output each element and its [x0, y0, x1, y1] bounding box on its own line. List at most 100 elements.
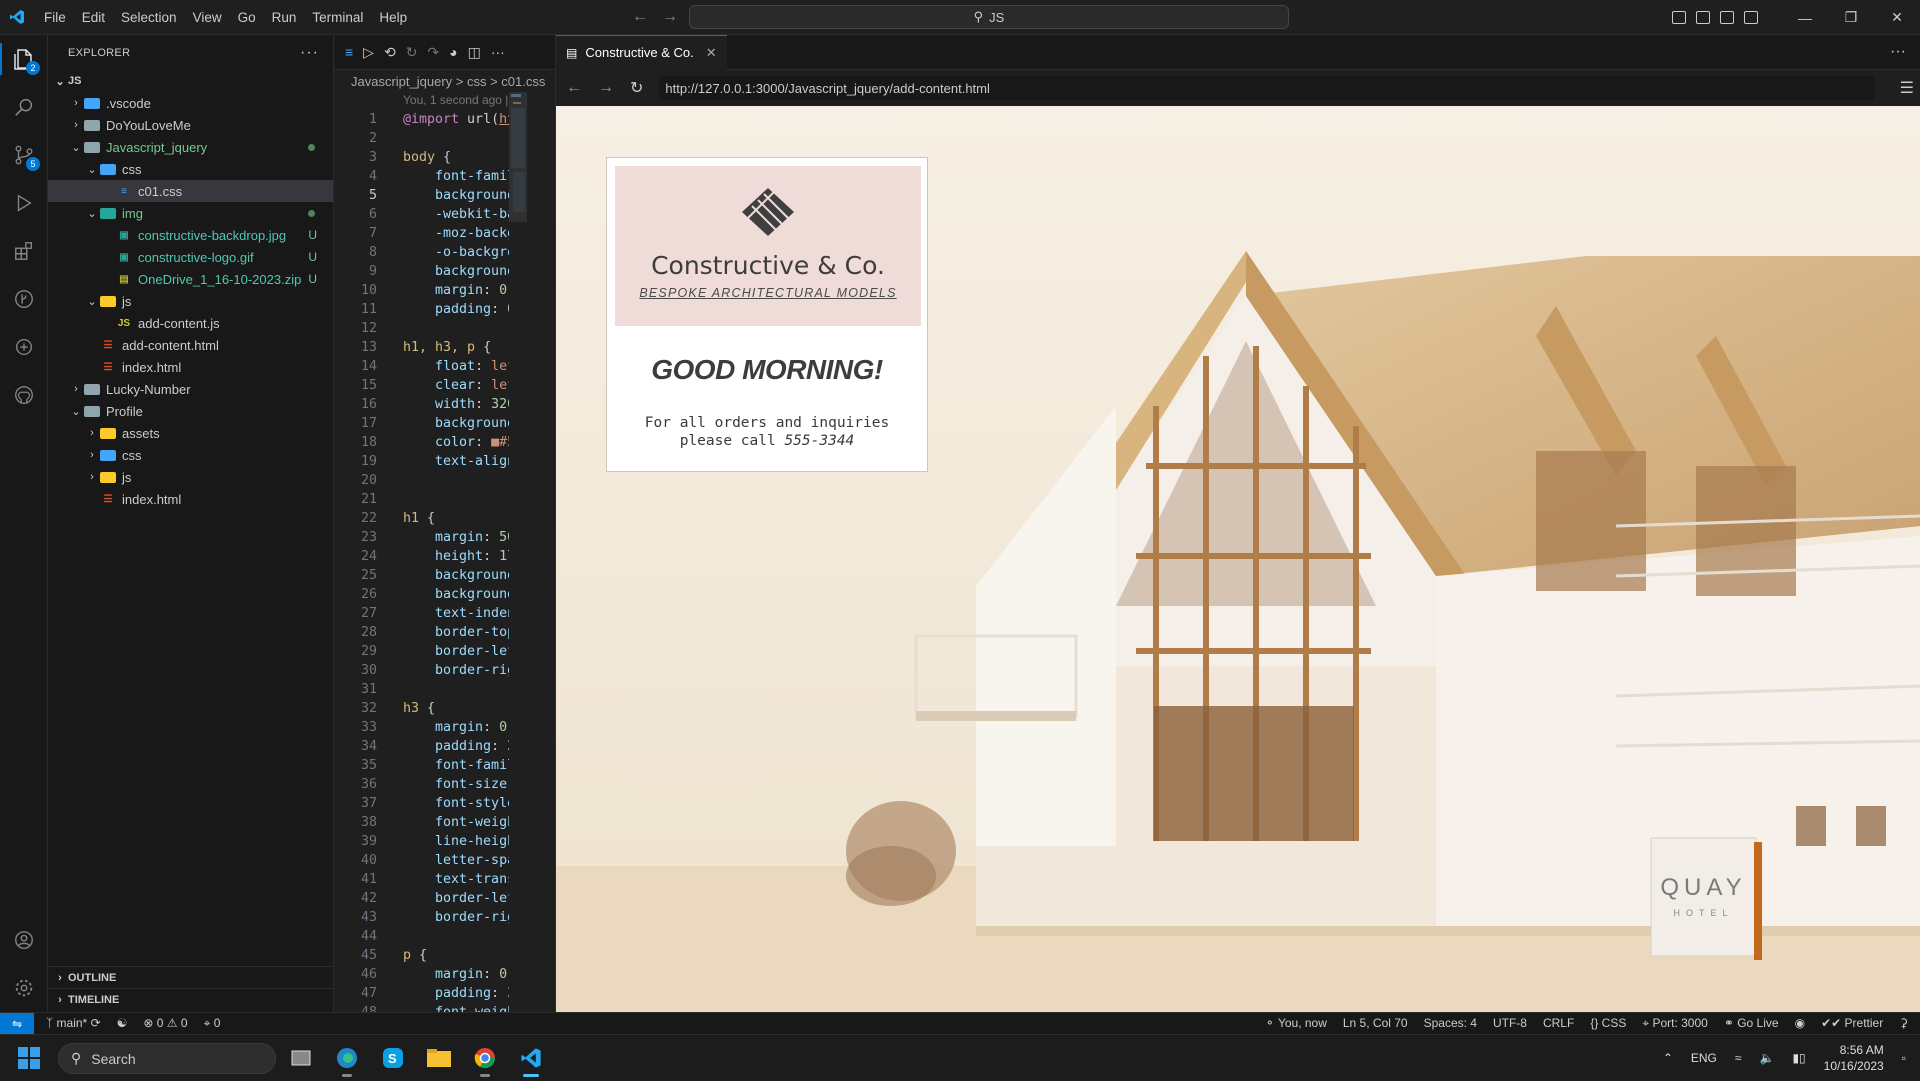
tree-file[interactable]: ☰ index.html [48, 488, 333, 510]
command-center[interactable]: ⚲ JS [689, 5, 1289, 29]
back-arrow-icon[interactable]: ← [632, 8, 648, 26]
minimap[interactable] [509, 92, 555, 1012]
menu-edit[interactable]: Edit [74, 0, 113, 35]
tree-file[interactable]: ▣ constructive-logo.gif U [48, 246, 333, 268]
live-share-icon[interactable]: ☯ [117, 1016, 128, 1031]
chevron-up-icon[interactable]: ⌃ [1663, 1051, 1673, 1065]
tree-folder[interactable]: › Lucky-Number [48, 378, 333, 400]
prettier-status[interactable]: ✔✔ Prettier [1821, 1016, 1883, 1031]
menu-run[interactable]: Run [264, 0, 305, 35]
more-actions-icon[interactable]: ··· [300, 44, 319, 62]
split-editor-icon[interactable]: ◫ [468, 44, 481, 61]
timeline-icon[interactable]: ◕ [449, 44, 457, 60]
next-change-icon[interactable]: ↷ [427, 44, 439, 61]
tree-folder[interactable]: › DoYouLoveMe [48, 114, 333, 136]
tree-file[interactable]: ☰ add-content.html [48, 334, 333, 356]
menu-icon[interactable]: ☰ [1900, 78, 1914, 98]
forward-arrow-icon[interactable]: → [598, 79, 614, 97]
tree-file[interactable]: ▣ constructive-backdrop.jpg U [48, 224, 333, 246]
history-icon[interactable]: ⟲ [384, 44, 396, 61]
language-indicator[interactable]: ENG [1691, 1051, 1717, 1065]
run-debug-activity[interactable] [0, 179, 48, 227]
menu-help[interactable]: Help [371, 0, 415, 35]
close-icon[interactable]: ✕ [706, 45, 717, 61]
browser-tab[interactable]: ▤ Constructive & Co. ✕ [556, 34, 727, 70]
tree-folder[interactable]: ⌄ Javascript_jquery [48, 136, 333, 158]
menu-file[interactable]: File [36, 0, 74, 35]
timeline-section[interactable]: › TIMELINE [48, 988, 334, 1010]
tree-folder[interactable]: › js [48, 466, 333, 488]
url-input[interactable]: http://127.0.0.1:3000/Javascript_jquery/… [659, 76, 1874, 100]
remote-indicator-icon[interactable]: ⇋ [0, 1012, 34, 1035]
line-ending[interactable]: CRLF [1543, 1016, 1574, 1031]
customize-layout-icon[interactable] [1744, 11, 1758, 24]
port-status[interactable]: ⌖ Port: 3000 [1642, 1016, 1707, 1031]
tree-folder[interactable]: ⌄ img [48, 202, 333, 224]
tree-file[interactable]: ▤ OneDrive_1_16-10-2023.zip U [48, 268, 333, 290]
more-actions-icon[interactable]: ··· [1890, 43, 1906, 61]
taskbar-search[interactable]: ⚲ Search [58, 1043, 276, 1074]
menu-selection[interactable]: Selection [113, 0, 185, 35]
ports-indicator[interactable]: ⌖ 0 [204, 1016, 221, 1031]
more-actions-icon[interactable]: ··· [491, 44, 505, 60]
go-live-button[interactable]: ⚭ Go Live [1724, 1016, 1779, 1031]
vscode-taskbar-icon[interactable] [514, 1041, 548, 1077]
css-file-tab-icon[interactable]: ≡ [345, 44, 353, 60]
restore-button[interactable]: ❐ [1828, 9, 1874, 26]
explorer-activity[interactable]: 2 [0, 35, 48, 83]
tree-folder[interactable]: › assets [48, 422, 333, 444]
edge-icon[interactable] [330, 1041, 364, 1077]
compare-icon[interactable]: ↻ [406, 44, 418, 61]
branch-indicator[interactable]: ᛉ main* ⟳ [46, 1016, 101, 1031]
menu-terminal[interactable]: Terminal [304, 0, 371, 35]
breadcrumb[interactable]: Javascript_jquery > css > c01.css [335, 70, 555, 92]
tree-file[interactable]: ≡ c01.css [48, 180, 333, 202]
encoding[interactable]: UTF-8 [1493, 1016, 1527, 1031]
manage-activity[interactable] [0, 964, 48, 1012]
tree-folder[interactable]: › css [48, 444, 333, 466]
tree-folder[interactable]: ⌄ js [48, 290, 333, 312]
tree-folder[interactable]: ⌄ css [48, 158, 333, 180]
file-explorer-icon[interactable] [422, 1041, 456, 1075]
menu-go[interactable]: Go [230, 0, 264, 35]
volume-icon[interactable]: 🔈 [1760, 1051, 1775, 1065]
minimize-button[interactable]: — [1782, 10, 1828, 26]
extensions-activity[interactable] [0, 227, 48, 275]
notifications-bell-icon[interactable]: ⚳ [1899, 1016, 1908, 1031]
toggle-panel-icon[interactable] [1696, 11, 1710, 24]
clock[interactable]: 8:56 AM 10/16/2023 [1824, 1042, 1884, 1074]
wifi-icon[interactable]: ≈ [1735, 1051, 1742, 1065]
github-activity[interactable] [0, 371, 48, 419]
tree-folder[interactable]: › .vscode [48, 92, 333, 114]
workspace-root[interactable]: ⌄ JS [48, 70, 333, 92]
battery-icon[interactable]: ▮▯ [1792, 1051, 1805, 1065]
language-mode[interactable]: {} CSS [1590, 1016, 1626, 1031]
forward-arrow-icon[interactable]: → [662, 8, 678, 26]
chrome-icon[interactable] [468, 1041, 502, 1077]
close-window-button[interactable]: ✕ [1874, 9, 1920, 26]
remote-explorer-activity[interactable] [0, 323, 48, 371]
back-arrow-icon[interactable]: ← [566, 79, 582, 97]
search-activity[interactable] [0, 83, 48, 131]
problems-indicator[interactable]: ⊗ 0 ⚠ 0 [143, 1016, 187, 1031]
windows-start-icon[interactable] [18, 1047, 40, 1069]
tree-file[interactable]: ☰ index.html [48, 356, 333, 378]
gitlens-activity[interactable] [0, 275, 48, 323]
toggle-secondary-sidebar-icon[interactable] [1720, 11, 1734, 24]
toggle-sidebar-icon[interactable] [1672, 11, 1686, 24]
task-view-icon[interactable] [284, 1041, 318, 1075]
accounts-activity[interactable] [0, 916, 48, 964]
reload-icon[interactable]: ↻ [630, 78, 643, 98]
cursor-position[interactable]: Ln 5, Col 70 [1343, 1016, 1408, 1031]
indentation[interactable]: Spaces: 4 [1424, 1016, 1477, 1031]
run-icon[interactable]: ▷ [363, 44, 374, 61]
tree-folder[interactable]: ⌄ Profile [48, 400, 333, 422]
blame-status[interactable]: ⚬ You, now [1265, 1016, 1327, 1031]
menu-view[interactable]: View [185, 0, 230, 35]
outline-section[interactable]: › OUTLINE [48, 966, 334, 988]
copilot-icon[interactable]: ◉ [1795, 1016, 1805, 1031]
notification-icon[interactable]: ▫ [1902, 1051, 1906, 1065]
skype-icon[interactable]: S [376, 1041, 410, 1075]
tree-file[interactable]: JS add-content.js [48, 312, 333, 334]
source-control-activity[interactable]: 5 [0, 131, 48, 179]
